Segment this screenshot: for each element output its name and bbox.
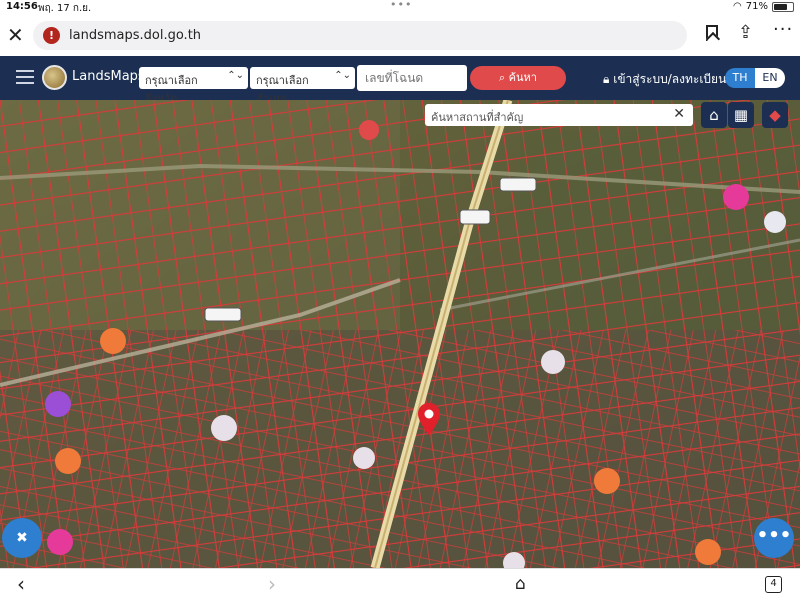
dots-icon[interactable]: ••• bbox=[754, 518, 794, 558]
location-pin-icon[interactable] bbox=[416, 402, 442, 436]
url-text: landsmaps.dol.go.th bbox=[69, 28, 202, 43]
temple-icon[interactable] bbox=[211, 415, 237, 441]
route-shield bbox=[499, 177, 537, 192]
restaurant-icon[interactable] bbox=[594, 468, 620, 494]
hotel-icon[interactable] bbox=[47, 529, 73, 555]
poi-icon[interactable] bbox=[764, 211, 786, 233]
clear-search-icon[interactable]: ✕ bbox=[673, 106, 685, 122]
search-button-label: ค้นหา bbox=[508, 71, 537, 84]
home-icon[interactable]: ⌂ bbox=[701, 102, 727, 128]
chevron-icon: ⌃⌄ bbox=[334, 70, 351, 81]
battery-fill bbox=[774, 3, 787, 10]
chevron-icon: ⌃⌄ bbox=[227, 70, 244, 81]
browser-bottom-bar: ‹ › ⌂ 4 bbox=[0, 568, 800, 600]
back-icon[interactable]: ‹ bbox=[17, 572, 25, 596]
battery-percent: 71% bbox=[745, 1, 768, 12]
province-select[interactable]: กรุณาเลือกจังหวัด ⌃⌄ bbox=[139, 67, 248, 105]
hotel-icon[interactable] bbox=[723, 184, 749, 210]
status-date: พฤ. 17 ก.ย. bbox=[38, 3, 92, 14]
wifi-icon: ◠ bbox=[733, 1, 742, 12]
search-icon: ⌕ bbox=[499, 71, 506, 84]
house-icon[interactable]: ⌂ bbox=[515, 574, 526, 594]
route-shield bbox=[204, 307, 242, 322]
multitask-dots-icon[interactable]: ••• bbox=[390, 0, 412, 11]
deed-number-input[interactable] bbox=[357, 65, 467, 91]
restaurant-icon[interactable] bbox=[695, 539, 721, 565]
restaurant-icon[interactable] bbox=[55, 448, 81, 474]
layers-icon[interactable]: ◆ bbox=[762, 102, 788, 128]
school-icon[interactable] bbox=[353, 447, 375, 469]
warning-icon: ! bbox=[43, 27, 60, 44]
temple-icon[interactable] bbox=[541, 350, 565, 374]
status-right: ◠ 71% bbox=[733, 1, 794, 12]
forward-icon[interactable]: › bbox=[268, 572, 276, 596]
route-shield bbox=[459, 209, 491, 225]
app-header: LandsMaps กรุณาเลือกจังหวัด ⌃⌄ กรุณาเลือ… bbox=[0, 56, 800, 105]
login-label: เข้าสู่ระบบ/ลงทะเบียน bbox=[613, 72, 727, 86]
grid-icon[interactable]: ▦ bbox=[728, 102, 754, 128]
lang-en-button[interactable]: EN bbox=[755, 68, 785, 88]
status-time: 14:56 bbox=[6, 1, 38, 12]
bookmark-icon[interactable] bbox=[706, 25, 718, 41]
share-icon[interactable]: ⇪ bbox=[738, 22, 753, 43]
hamburger-icon[interactable] bbox=[16, 70, 34, 84]
restaurant-icon[interactable] bbox=[100, 328, 126, 354]
close-icon[interactable]: ✕ bbox=[7, 23, 24, 47]
battery-icon bbox=[772, 1, 794, 12]
place-search-placeholder: ค้นหาสถานที่สำคัญ bbox=[431, 111, 524, 124]
more-icon[interactable]: ··· bbox=[773, 19, 793, 40]
dol-logo bbox=[42, 65, 67, 90]
hospital-icon[interactable] bbox=[359, 120, 379, 140]
search-button[interactable]: ⌕ ค้นหา bbox=[470, 66, 566, 90]
brand-name: LandsMaps bbox=[72, 69, 145, 84]
lang-th-button[interactable]: TH bbox=[725, 68, 755, 88]
map-canvas[interactable] bbox=[0, 100, 800, 568]
tabs-icon[interactable]: 4 bbox=[765, 576, 782, 593]
browser-toolbar: ✕ ! landsmaps.dol.go.th ⇪ ··· bbox=[0, 15, 800, 56]
ios-status-bar: 14:56 พฤ. 17 ก.ย. ••• ◠ 71% bbox=[0, 0, 800, 15]
map-imagery bbox=[0, 100, 800, 568]
shop-icon[interactable] bbox=[45, 391, 71, 417]
place-search-box[interactable]: ค้นหาสถานที่สำคัญ ✕ bbox=[425, 104, 693, 126]
login-link[interactable]: 🔒︎ เข้าสู่ระบบ/ลงทะเบียน bbox=[603, 70, 726, 89]
accessibility-icon[interactable]: ✖ bbox=[2, 518, 42, 558]
district-select[interactable]: กรุณาเลือกอำเภอ ⌃⌄ bbox=[250, 67, 355, 105]
address-bar[interactable]: ! landsmaps.dol.go.th bbox=[33, 21, 687, 50]
lock-icon: 🔒︎ bbox=[603, 72, 610, 86]
